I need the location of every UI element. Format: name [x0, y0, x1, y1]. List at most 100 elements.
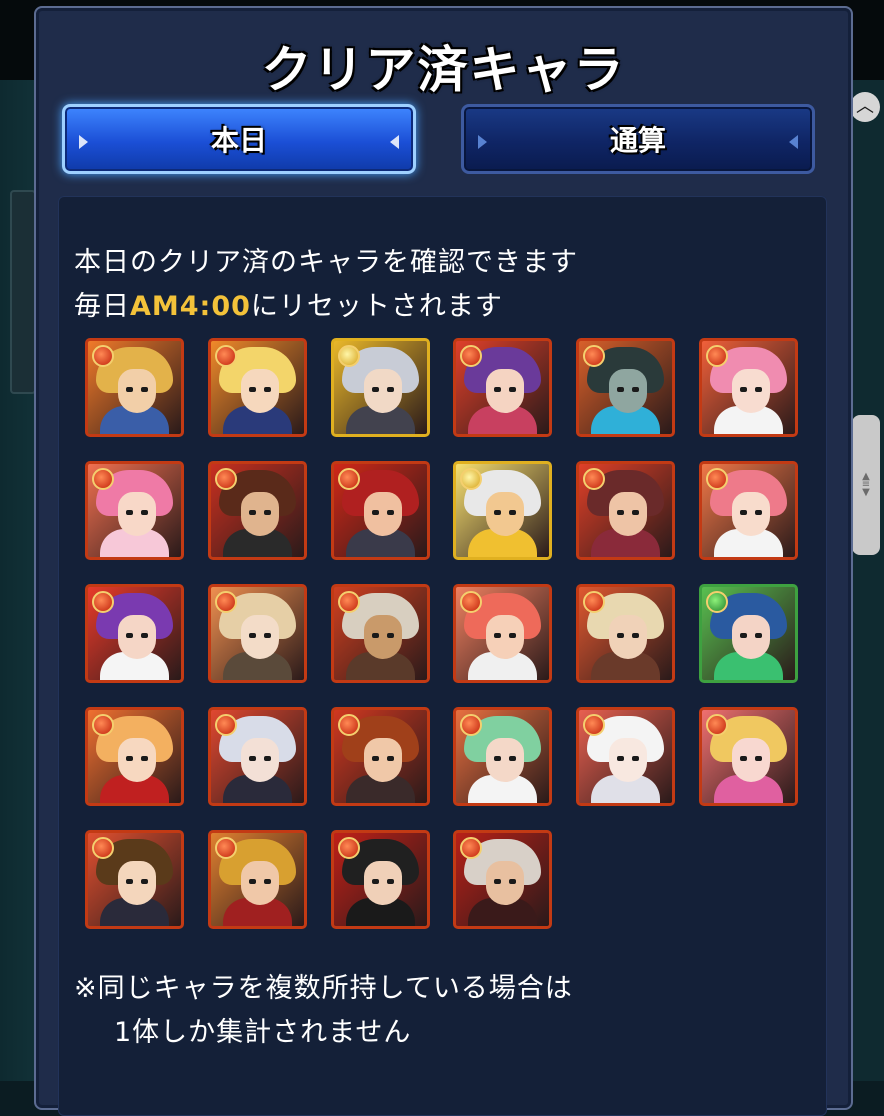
- character-eye: [494, 387, 502, 392]
- character-face: [732, 738, 770, 782]
- element-badge-icon: [337, 837, 360, 859]
- tab-today[interactable]: 本日: [62, 104, 416, 174]
- element-badge-icon: [92, 468, 114, 490]
- character-eye: [386, 633, 394, 638]
- character-eye: [509, 756, 517, 761]
- character-eye: [632, 633, 640, 638]
- character-icon[interactable]: [453, 461, 553, 560]
- character-eye: [755, 387, 762, 392]
- character-eye: [509, 510, 517, 515]
- character-eye: [141, 756, 148, 761]
- character-face: [118, 861, 156, 905]
- character-icon[interactable]: [576, 584, 676, 683]
- character-eye: [617, 633, 625, 638]
- character-eye: [509, 633, 517, 638]
- character-face: [486, 615, 525, 659]
- character-eye: [509, 879, 517, 884]
- character-face: [609, 369, 648, 413]
- character-eye: [371, 510, 379, 515]
- description-line-1: 本日のクリア済のキャラを確認できます: [74, 247, 578, 278]
- character-face: [486, 369, 525, 413]
- character-eye: [494, 879, 502, 884]
- character-eye: [755, 510, 762, 515]
- character-face: [240, 369, 279, 413]
- character-eye: [494, 756, 502, 761]
- character-face: [732, 492, 770, 536]
- character-icon[interactable]: [576, 461, 676, 560]
- character-face: [363, 492, 402, 536]
- character-eye: [386, 387, 394, 392]
- character-icon[interactable]: [699, 707, 798, 806]
- character-eye: [617, 756, 625, 761]
- character-icon[interactable]: [207, 707, 307, 806]
- character-eye: [126, 756, 133, 761]
- tab-total-label: 通算: [609, 124, 666, 157]
- scroll-thumb[interactable]: ▲ ≡ ▼: [852, 415, 880, 555]
- character-icon[interactable]: [207, 338, 307, 437]
- character-face: [363, 861, 402, 905]
- tab-total[interactable]: 通算: [461, 104, 815, 174]
- element-badge-icon: [337, 714, 360, 736]
- element-badge-icon: [92, 345, 114, 367]
- character-icon[interactable]: [453, 830, 553, 929]
- character-icon[interactable]: [207, 584, 307, 683]
- character-face: [118, 369, 156, 413]
- character-eye: [371, 633, 379, 638]
- character-icon[interactable]: [207, 830, 307, 929]
- element-badge-icon: [337, 345, 360, 367]
- character-face: [118, 738, 156, 782]
- character-icon[interactable]: [85, 707, 184, 806]
- character-eye: [632, 387, 640, 392]
- character-icon[interactable]: [453, 338, 553, 437]
- character-face: [240, 492, 279, 536]
- character-eye: [248, 879, 256, 884]
- character-icon[interactable]: [85, 584, 184, 683]
- character-eye: [248, 756, 256, 761]
- element-badge-icon: [337, 468, 360, 490]
- character-icon[interactable]: [85, 461, 184, 560]
- character-icon[interactable]: [453, 707, 553, 806]
- element-badge-icon: [92, 714, 114, 736]
- character-icon[interactable]: [85, 338, 184, 437]
- character-icon[interactable]: [576, 707, 676, 806]
- character-face: [486, 492, 525, 536]
- character-icon[interactable]: [207, 461, 307, 560]
- character-face: [118, 492, 156, 536]
- reset-suffix: にリセットされます: [250, 291, 503, 322]
- character-face: [240, 738, 279, 782]
- character-icon[interactable]: [330, 338, 430, 437]
- character-icon[interactable]: [699, 584, 798, 683]
- character-icon[interactable]: [453, 584, 553, 683]
- character-icon[interactable]: [85, 830, 184, 929]
- tab-left-arrow-icon: [79, 135, 88, 149]
- character-eye: [126, 510, 133, 515]
- character-eye: [263, 756, 271, 761]
- note-line-2: 1体しか集計されません: [114, 1017, 412, 1048]
- reset-time: AM4:00: [130, 291, 251, 322]
- character-face: [609, 615, 648, 659]
- scroll-up-icon[interactable]: ︿: [850, 92, 880, 122]
- content-area: 本日のクリア済のキャラを確認できます 毎日AM4:00にリセットされます ※同じ…: [58, 196, 827, 1116]
- character-eye: [141, 633, 148, 638]
- element-badge-icon: [337, 591, 360, 613]
- character-icon[interactable]: [330, 461, 430, 560]
- tab-right-arrow-icon: [390, 135, 399, 149]
- character-icon[interactable]: [330, 707, 430, 806]
- character-icon[interactable]: [699, 461, 798, 560]
- element-badge-icon: [214, 837, 237, 859]
- character-icon[interactable]: [699, 338, 798, 437]
- character-face: [609, 738, 648, 782]
- character-face: [240, 861, 279, 905]
- character-icon[interactable]: [330, 584, 430, 683]
- character-icon[interactable]: [576, 338, 676, 437]
- character-eye: [371, 387, 379, 392]
- character-eye: [248, 387, 256, 392]
- character-eye: [263, 879, 271, 884]
- grip-icon: ▲ ≡ ▼: [861, 471, 871, 498]
- element-badge-icon: [214, 468, 237, 490]
- character-eye: [371, 756, 379, 761]
- scroll-track[interactable]: ︿ ▲ ≡ ▼: [850, 80, 884, 1081]
- character-icon[interactable]: [330, 830, 430, 929]
- character-eye: [386, 756, 394, 761]
- character-eye: [141, 879, 148, 884]
